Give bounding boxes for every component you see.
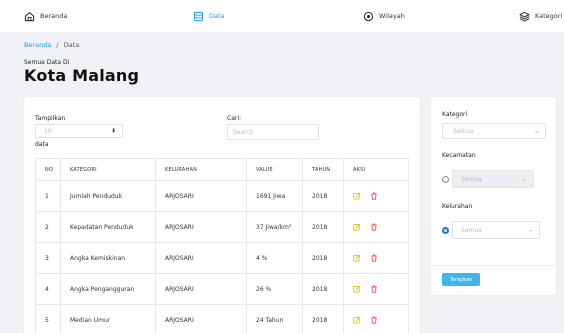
delete-icon[interactable] xyxy=(370,285,378,293)
cell-aksi xyxy=(343,304,409,333)
delete-icon[interactable] xyxy=(370,316,378,324)
cell-no: 2 xyxy=(35,211,61,243)
table-row: 3 Angka Kemiskinan ARJOSARI 4 % 2018 xyxy=(35,242,409,274)
cell-aksi xyxy=(343,273,409,305)
edit-icon[interactable] xyxy=(353,254,361,262)
cell-tahun: 2018 xyxy=(302,211,344,243)
nav-item-beranda[interactable]: Beranda xyxy=(24,10,67,22)
cell-value: 24 Tahun xyxy=(246,304,303,333)
breadcrumb: Beranda / Data xyxy=(24,41,79,49)
filter-kategori-label: Kategori xyxy=(442,111,468,118)
column-header-no[interactable]: NO xyxy=(35,158,61,181)
filter-kelurahan-radio[interactable] xyxy=(442,227,449,234)
database-icon xyxy=(193,11,204,21)
delete-icon[interactable] xyxy=(370,192,378,200)
table-header-row: NO KATEGORI KELURAHAN VALUE TAHUN AKSI xyxy=(35,158,409,181)
cell-kategori: Kepadatan Penduduk xyxy=(60,211,156,243)
column-header-kategori[interactable]: KATEGORI xyxy=(60,158,156,181)
table-row: 1 Jumlah Penduduk ARJOSARI 1691 Jiwa 201… xyxy=(35,180,409,212)
cell-kelurahan: ARJOSARI xyxy=(155,180,247,212)
cell-no: 1 xyxy=(35,180,61,212)
breadcrumb-current: Data xyxy=(63,41,80,49)
sort-arrows-icon: ⬍ xyxy=(110,127,116,135)
filter-kelurahan-select[interactable]: Semua ⌄ xyxy=(452,221,540,239)
cell-aksi xyxy=(343,211,409,243)
cell-kelurahan: ARJOSARI xyxy=(155,211,247,243)
filter-card: Kategori Semua ⌄ Kecamatan Semua ⌄ Kelur… xyxy=(431,97,556,295)
cell-kelurahan: ARJOSARI xyxy=(155,273,247,305)
cell-kelurahan: ARJOSARI xyxy=(155,242,247,274)
cell-value: 4 % xyxy=(246,242,303,274)
page-subtitle: Semua Data Di xyxy=(24,59,70,66)
cell-kategori: Angka Kemiskinan xyxy=(60,242,156,274)
table-row: 2 Kepadatan Penduduk ARJOSARI 37 Jiwa/km… xyxy=(35,211,409,243)
cell-tahun: 2018 xyxy=(302,304,344,333)
nav-item-kategori[interactable]: Kategori xyxy=(519,10,562,22)
cell-kategori: Jumlah Penduduk xyxy=(60,180,156,212)
show-entries-label: Tampilkan xyxy=(35,115,66,122)
cell-value: 26 % xyxy=(246,273,303,305)
cell-kategori: Angka Pengangguran xyxy=(60,273,156,305)
nav-item-data[interactable]: Data xyxy=(193,10,225,22)
search-placeholder: Search xyxy=(233,128,254,136)
nav-label-wilayah: Wilayah xyxy=(379,12,405,20)
filter-kecamatan-select[interactable]: Semua ⌄ xyxy=(452,170,534,188)
apply-filter-button[interactable]: Terapkan xyxy=(442,273,480,286)
column-header-tahun[interactable]: TAHUN xyxy=(302,158,344,181)
cell-kategori: Median Umur xyxy=(60,304,156,333)
filter-kecamatan-label: Kecamatan xyxy=(442,152,476,159)
breadcrumb-separator: / xyxy=(56,41,59,49)
search-input[interactable]: Search xyxy=(227,124,319,140)
cell-aksi xyxy=(343,242,409,274)
filter-kelurahan-label: Kelurahan xyxy=(442,203,473,210)
column-header-aksi: AKSI xyxy=(343,158,409,181)
layers-icon xyxy=(519,11,530,22)
filter-kecamatan-radio[interactable] xyxy=(442,176,449,183)
show-entries-select[interactable]: 10 ⬍ xyxy=(35,124,123,138)
filter-kecamatan-value: Semua xyxy=(461,175,482,183)
filter-kategori-value: Semua xyxy=(453,127,474,135)
cell-no: 4 xyxy=(35,273,61,305)
cell-value: 1691 Jiwa xyxy=(246,180,303,212)
cell-aksi xyxy=(343,180,409,212)
edit-icon[interactable] xyxy=(353,316,361,324)
nav-label-beranda: Beranda xyxy=(40,12,68,20)
cell-tahun: 2018 xyxy=(302,180,344,212)
page-title: Kota Malang xyxy=(24,66,140,85)
delete-icon[interactable] xyxy=(370,223,378,231)
top-navbar: Beranda Data Wilayah Kategori xyxy=(0,0,564,33)
chevron-down-icon: ⌄ xyxy=(533,127,539,135)
edit-icon[interactable] xyxy=(353,223,361,231)
cell-value: 37 Jiwa/km² xyxy=(246,211,303,243)
cell-tahun: 2018 xyxy=(302,242,344,274)
table-row: 4 Angka Pengangguran ARJOSARI 26 % 2018 xyxy=(35,273,409,305)
edit-icon[interactable] xyxy=(353,285,361,293)
table-row: 5 Median Umur ARJOSARI 24 Tahun 2018 xyxy=(35,304,409,333)
edit-icon[interactable] xyxy=(353,192,361,200)
cell-tahun: 2018 xyxy=(302,273,344,305)
home-icon xyxy=(24,11,35,21)
data-table-card: Tampilkan 10 ⬍ data Cari: Search NO KATE… xyxy=(24,97,420,333)
filter-divider xyxy=(431,265,556,266)
cell-no: 3 xyxy=(35,242,61,274)
search-label: Cari: xyxy=(227,115,242,122)
show-entries-suffix: data xyxy=(35,141,49,148)
nav-label-data: Data xyxy=(209,12,225,20)
data-table: NO KATEGORI KELURAHAN VALUE TAHUN AKSI 1… xyxy=(35,158,409,333)
cell-kelurahan: ARJOSARI xyxy=(155,304,247,333)
breadcrumb-home-link[interactable]: Beranda xyxy=(24,41,51,49)
column-header-kelurahan[interactable]: KELURAHAN xyxy=(155,158,247,181)
chevron-down-icon: ⌄ xyxy=(521,175,527,183)
nav-label-kategori: Kategori xyxy=(535,12,563,20)
delete-icon[interactable] xyxy=(370,254,378,262)
chevron-down-icon: ⌄ xyxy=(527,226,533,234)
map-pin-icon xyxy=(363,11,374,21)
cell-no: 5 xyxy=(35,304,61,333)
nav-item-wilayah[interactable]: Wilayah xyxy=(363,10,405,22)
column-header-value[interactable]: VALUE xyxy=(246,158,303,181)
filter-kelurahan-value: Semua xyxy=(461,226,482,234)
show-entries-value: 10 xyxy=(44,127,52,135)
filter-kategori-select[interactable]: Semua ⌄ xyxy=(442,123,546,139)
